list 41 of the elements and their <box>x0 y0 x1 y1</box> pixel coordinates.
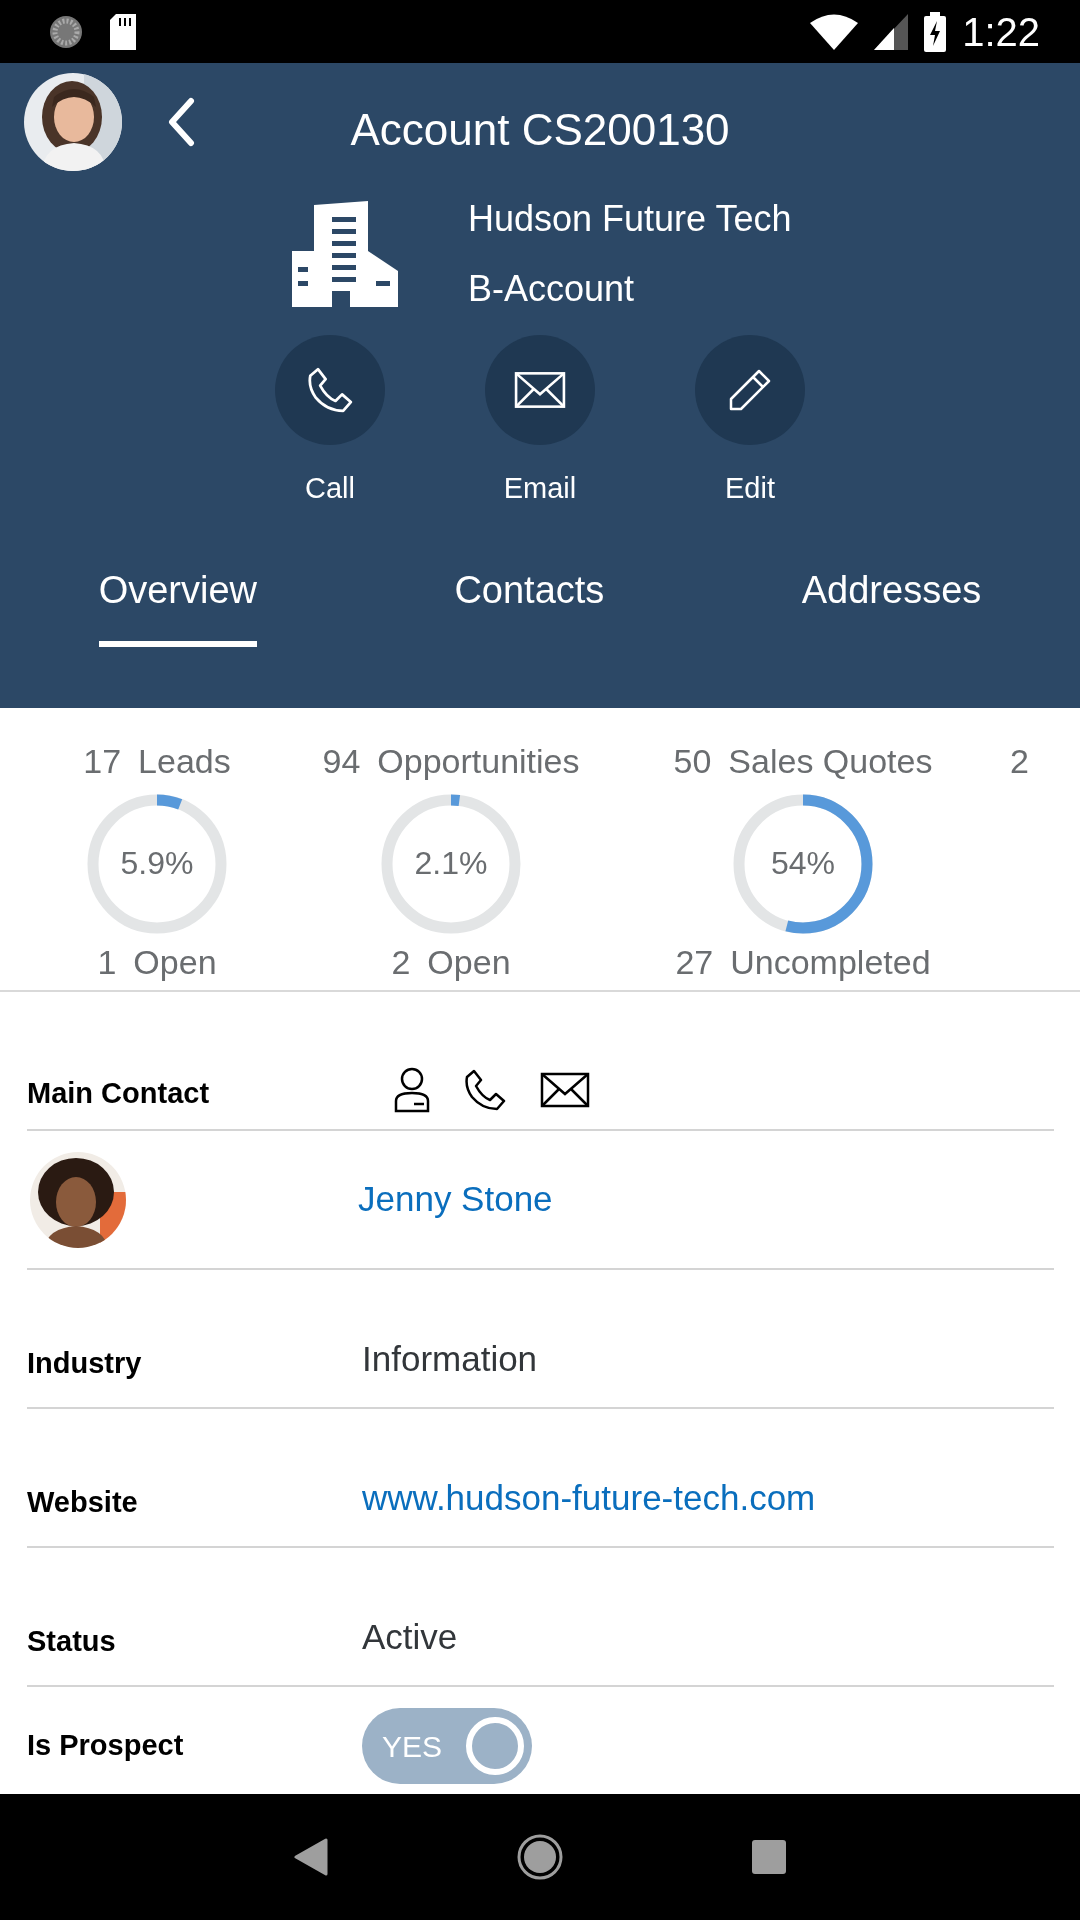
kpi-subtitle: 1 Open <box>97 943 217 983</box>
page-title: Account CS200130 <box>350 105 730 154</box>
envelope-icon <box>514 371 566 409</box>
tab[interactable]: Overview <box>98 546 258 647</box>
kpi-subtitle: 27 Uncompleted <box>675 943 931 983</box>
tab[interactable]: Contacts <box>454 546 605 647</box>
phone-icon <box>307 367 353 413</box>
pencil-icon <box>727 367 773 413</box>
percent-value: 54% <box>771 846 835 882</box>
back-button[interactable] <box>166 97 196 147</box>
kpi-title: 94 Opportunities <box>322 742 580 782</box>
sd-card-icon <box>108 13 138 50</box>
field-label: Status <box>27 1623 117 1659</box>
field-label: Website <box>27 1484 139 1520</box>
home-nav-icon[interactable] <box>516 1833 564 1881</box>
company-name: Hudson Future Tech <box>468 201 792 237</box>
signal-icon <box>874 13 909 50</box>
kpi-subtitle: 2 Open <box>391 943 511 983</box>
kpi-title: 50 Sales Quotes <box>673 742 933 782</box>
field-label: Industry <box>27 1345 143 1381</box>
contact-card-icon[interactable] <box>394 1067 430 1113</box>
back-nav-icon[interactable] <box>294 1838 328 1876</box>
battery-icon <box>924 11 947 52</box>
website-link[interactable]: www.hudson-future-tech.com <box>362 1471 816 1524</box>
percent-value: 2.1% <box>414 846 488 882</box>
field-value: Information <box>362 1337 538 1380</box>
percent-value: 5.9% <box>120 846 194 882</box>
contact-name-link[interactable]: Jenny Stone <box>358 1173 553 1226</box>
field-label: Main Contact <box>27 1075 211 1111</box>
loading-icon <box>48 13 84 50</box>
kpi-title: 2 <box>1010 742 1029 782</box>
wifi-icon <box>810 13 859 50</box>
account-type: B-Account <box>468 271 636 307</box>
phone-icon[interactable] <box>464 1069 506 1111</box>
kpi-title: 17 Leads <box>83 742 231 782</box>
building-icon <box>292 201 398 307</box>
field-value: Active <box>362 1615 458 1658</box>
field-label: Is Prospect <box>27 1728 185 1764</box>
envelope-icon[interactable] <box>540 1072 590 1108</box>
tab[interactable]: Addresses <box>801 546 982 647</box>
clock-time: 1:22 <box>962 8 1040 56</box>
